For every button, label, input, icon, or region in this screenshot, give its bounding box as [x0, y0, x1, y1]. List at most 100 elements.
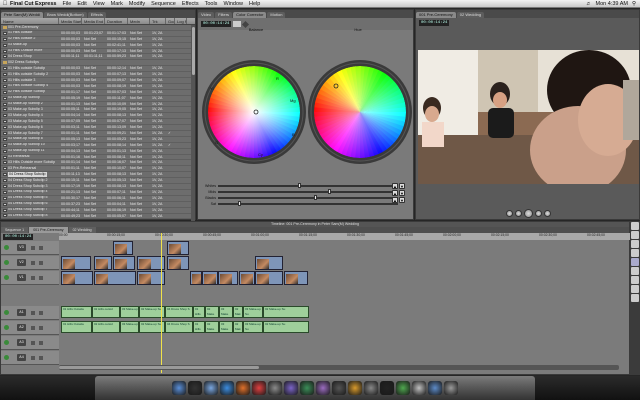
video-clip[interactable] — [190, 271, 202, 285]
play-in-out-button[interactable] — [506, 209, 513, 217]
timeline-scroll-thumb[interactable] — [59, 366, 259, 369]
audio-clip[interactable]: 02 Mak — [233, 321, 243, 333]
tab-color-corrector[interactable]: Color Corrector — [233, 12, 267, 18]
audio-clip[interactable]: 01 Hills — [193, 321, 205, 333]
trash-icon[interactable] — [444, 381, 458, 395]
menu-view[interactable]: View — [93, 1, 105, 7]
track-header[interactable]: A2 — [1, 321, 59, 335]
track-visibility-icon[interactable] — [4, 340, 9, 345]
limit-button[interactable]: ▼ — [399, 197, 405, 203]
auto-select-icon[interactable] — [39, 311, 43, 315]
spotlight-icon[interactable]: ⚲ — [632, 1, 636, 7]
app-menu[interactable]: Final Cut Express — [10, 1, 56, 7]
photo-icon[interactable] — [412, 381, 426, 395]
col-media-end[interactable]: Media End — [82, 18, 105, 24]
video-clip[interactable] — [202, 271, 218, 285]
audio-clip[interactable]: 04 Dress Shop S — [165, 306, 193, 318]
track-header[interactable]: V1 — [1, 271, 59, 285]
track-header[interactable]: V2 — [1, 256, 59, 270]
menu-window[interactable]: Window — [223, 1, 243, 7]
lock-icon[interactable] — [31, 311, 35, 315]
auto-select-icon[interactable] — [39, 276, 43, 280]
pen-tool-icon[interactable] — [631, 294, 639, 302]
timeline-timecode[interactable]: 00:00:14:24 — [3, 233, 34, 240]
video-clip[interactable] — [113, 256, 135, 270]
col-log-note[interactable]: Log Note — [175, 18, 187, 24]
crop-tool-icon[interactable] — [631, 285, 639, 293]
balance-wheel[interactable]: R Mg G Cy Yl B — [200, 58, 308, 166]
terminal-icon[interactable] — [380, 381, 394, 395]
finder-icon[interactable] — [172, 381, 186, 395]
whites-knob[interactable] — [298, 183, 301, 189]
track-visibility-icon[interactable] — [4, 355, 9, 360]
slip-tool-icon[interactable] — [631, 258, 639, 266]
selection-tool-icon[interactable] — [631, 222, 639, 230]
audio-clip[interactable]: 02 Make — [205, 306, 219, 318]
col-tracks[interactable]: Trk — [150, 18, 166, 24]
video-clip[interactable] — [94, 256, 112, 270]
playhead[interactable] — [161, 233, 162, 373]
folder-icon[interactable] — [428, 381, 442, 395]
audio-clip[interactable]: 01 Hills Outside — [61, 306, 92, 318]
mids-knob[interactable] — [328, 189, 331, 195]
tab-wedding[interactable]: 02 Wedding — [456, 12, 485, 18]
clock[interactable]: Mon 4:39 AM — [596, 1, 628, 7]
track-header[interactable]: A4 — [1, 351, 59, 365]
col-media-start[interactable]: Media Start — [59, 18, 82, 24]
video-clip[interactable] — [255, 256, 283, 270]
lock-icon[interactable] — [31, 356, 35, 360]
audio-clip[interactable]: 01 Hills Outside — [61, 321, 92, 333]
menu-tools[interactable]: Tools — [205, 1, 218, 7]
hue-wheel[interactable] — [306, 58, 414, 166]
menu-effects[interactable]: Effects — [182, 1, 199, 7]
audio-clip[interactable]: 03 Make — [219, 306, 233, 318]
track-visibility-icon[interactable] — [4, 275, 9, 280]
tab-motion[interactable]: Motion — [267, 12, 286, 18]
audio-clip[interactable]: 03 Make-up — [120, 306, 139, 318]
menu-edit[interactable]: Edit — [77, 1, 86, 7]
zoom-tool-icon[interactable] — [631, 276, 639, 284]
audio-clip[interactable]: 02 Make-up Su — [263, 321, 309, 333]
track-header[interactable]: V3 — [1, 241, 59, 255]
tab-video[interactable]: Video — [198, 12, 215, 18]
audio-clip[interactable]: 03 Make-up Su — [243, 306, 263, 318]
tab-pre-ceremony[interactable]: 001 Pre-Ceremony — [416, 12, 456, 18]
razor-tool-icon[interactable] — [631, 267, 639, 275]
menu-sequence[interactable]: Sequence — [151, 1, 176, 7]
audio-clip[interactable]: 03 Make — [219, 321, 233, 333]
video-clip[interactable] — [113, 241, 133, 255]
menu-modify[interactable]: Modify — [129, 1, 145, 7]
audio-clip[interactable]: 04 Dress Shop S — [165, 321, 193, 333]
imovie-icon[interactable] — [316, 381, 330, 395]
apple-icon[interactable]:  — [0, 1, 10, 7]
video-clip[interactable] — [167, 256, 189, 270]
lock-icon[interactable] — [31, 276, 35, 280]
col-medn[interactable]: Medn — [128, 18, 150, 24]
menu-mark[interactable]: Mark — [111, 1, 123, 7]
audio-clip[interactable]: 02 Make — [205, 321, 219, 333]
menu-file[interactable]: File — [62, 1, 71, 7]
track-header[interactable]: A1 — [1, 306, 59, 320]
safari-icon[interactable] — [220, 381, 234, 395]
mail-icon[interactable] — [204, 381, 218, 395]
audio-clip[interactable]: 02 Hills outsid — [92, 306, 120, 318]
edit-select-tool-icon[interactable] — [631, 231, 639, 239]
audio-clip[interactable]: 02 Hills outsid — [92, 321, 120, 333]
track-visibility-icon[interactable] — [4, 245, 9, 250]
audio-clip[interactable]: 02 Make-up Su — [263, 306, 309, 318]
timeline-scrollbar[interactable] — [59, 365, 619, 370]
menu-help[interactable]: Help — [249, 1, 260, 7]
dashboard-icon[interactable] — [188, 381, 202, 395]
final-cut-icon[interactable] — [332, 381, 346, 395]
audio-clip[interactable]: 01 Hills — [193, 306, 205, 318]
roll-tool-icon[interactable] — [631, 249, 639, 257]
itunes-icon[interactable] — [284, 381, 298, 395]
track-visibility-icon[interactable] — [4, 310, 9, 315]
canvas-video-frame[interactable] — [418, 50, 639, 184]
volume-icon[interactable]: ♬ — [586, 1, 592, 7]
blacks-knob[interactable] — [314, 195, 317, 201]
auto-balance-button[interactable]: ▼ — [399, 190, 405, 196]
video-clip[interactable] — [61, 271, 93, 285]
iphoto-icon[interactable] — [300, 381, 314, 395]
auto-white-button[interactable]: ▲ — [392, 183, 398, 189]
